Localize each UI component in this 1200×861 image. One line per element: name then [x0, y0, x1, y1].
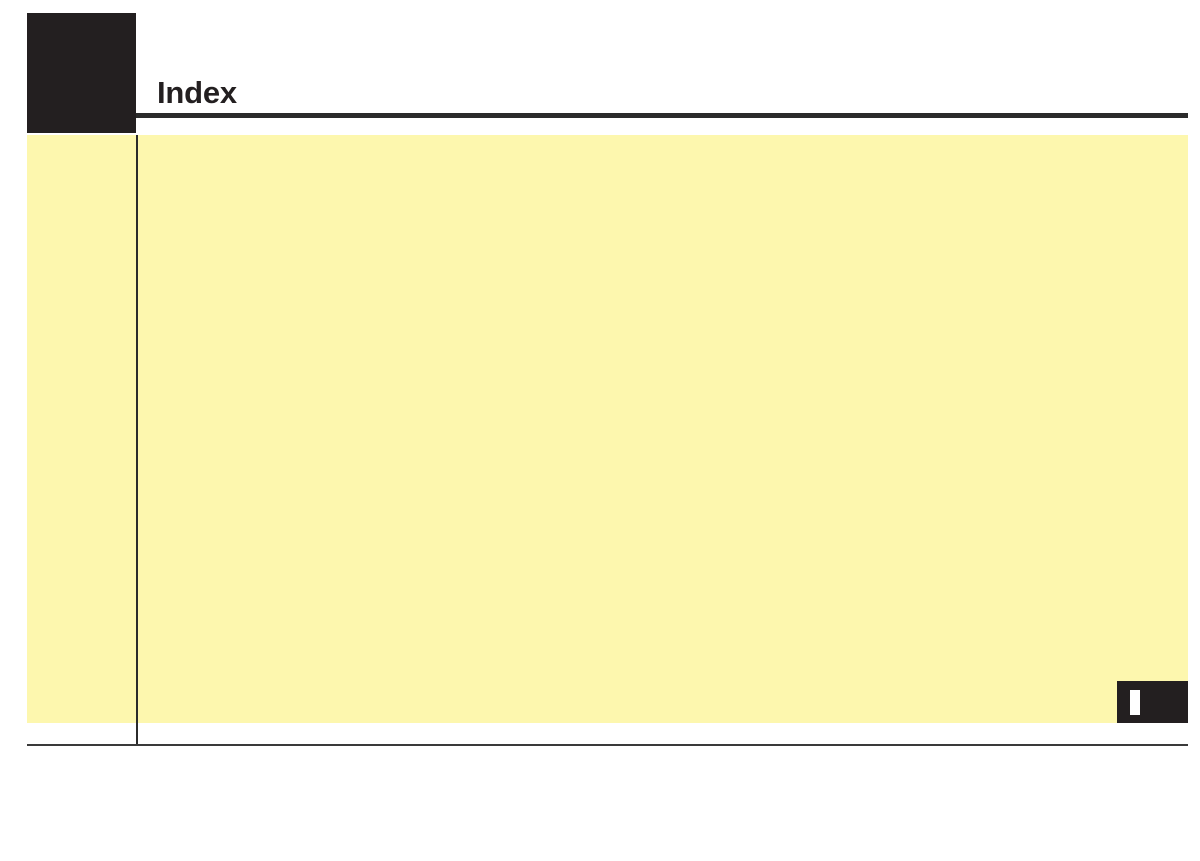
- title-underline-rule: [136, 113, 1188, 118]
- index-content-panel: [27, 135, 1188, 723]
- section-marker-block: [27, 13, 136, 133]
- column-divider-line: [136, 135, 138, 746]
- footer-rule: [27, 744, 1188, 746]
- page-title: Index: [157, 75, 237, 110]
- edge-index-tab[interactable]: I: [1117, 681, 1188, 723]
- edge-index-tab-letter: I: [1130, 690, 1140, 715]
- manual-page: Index I: [0, 0, 1200, 861]
